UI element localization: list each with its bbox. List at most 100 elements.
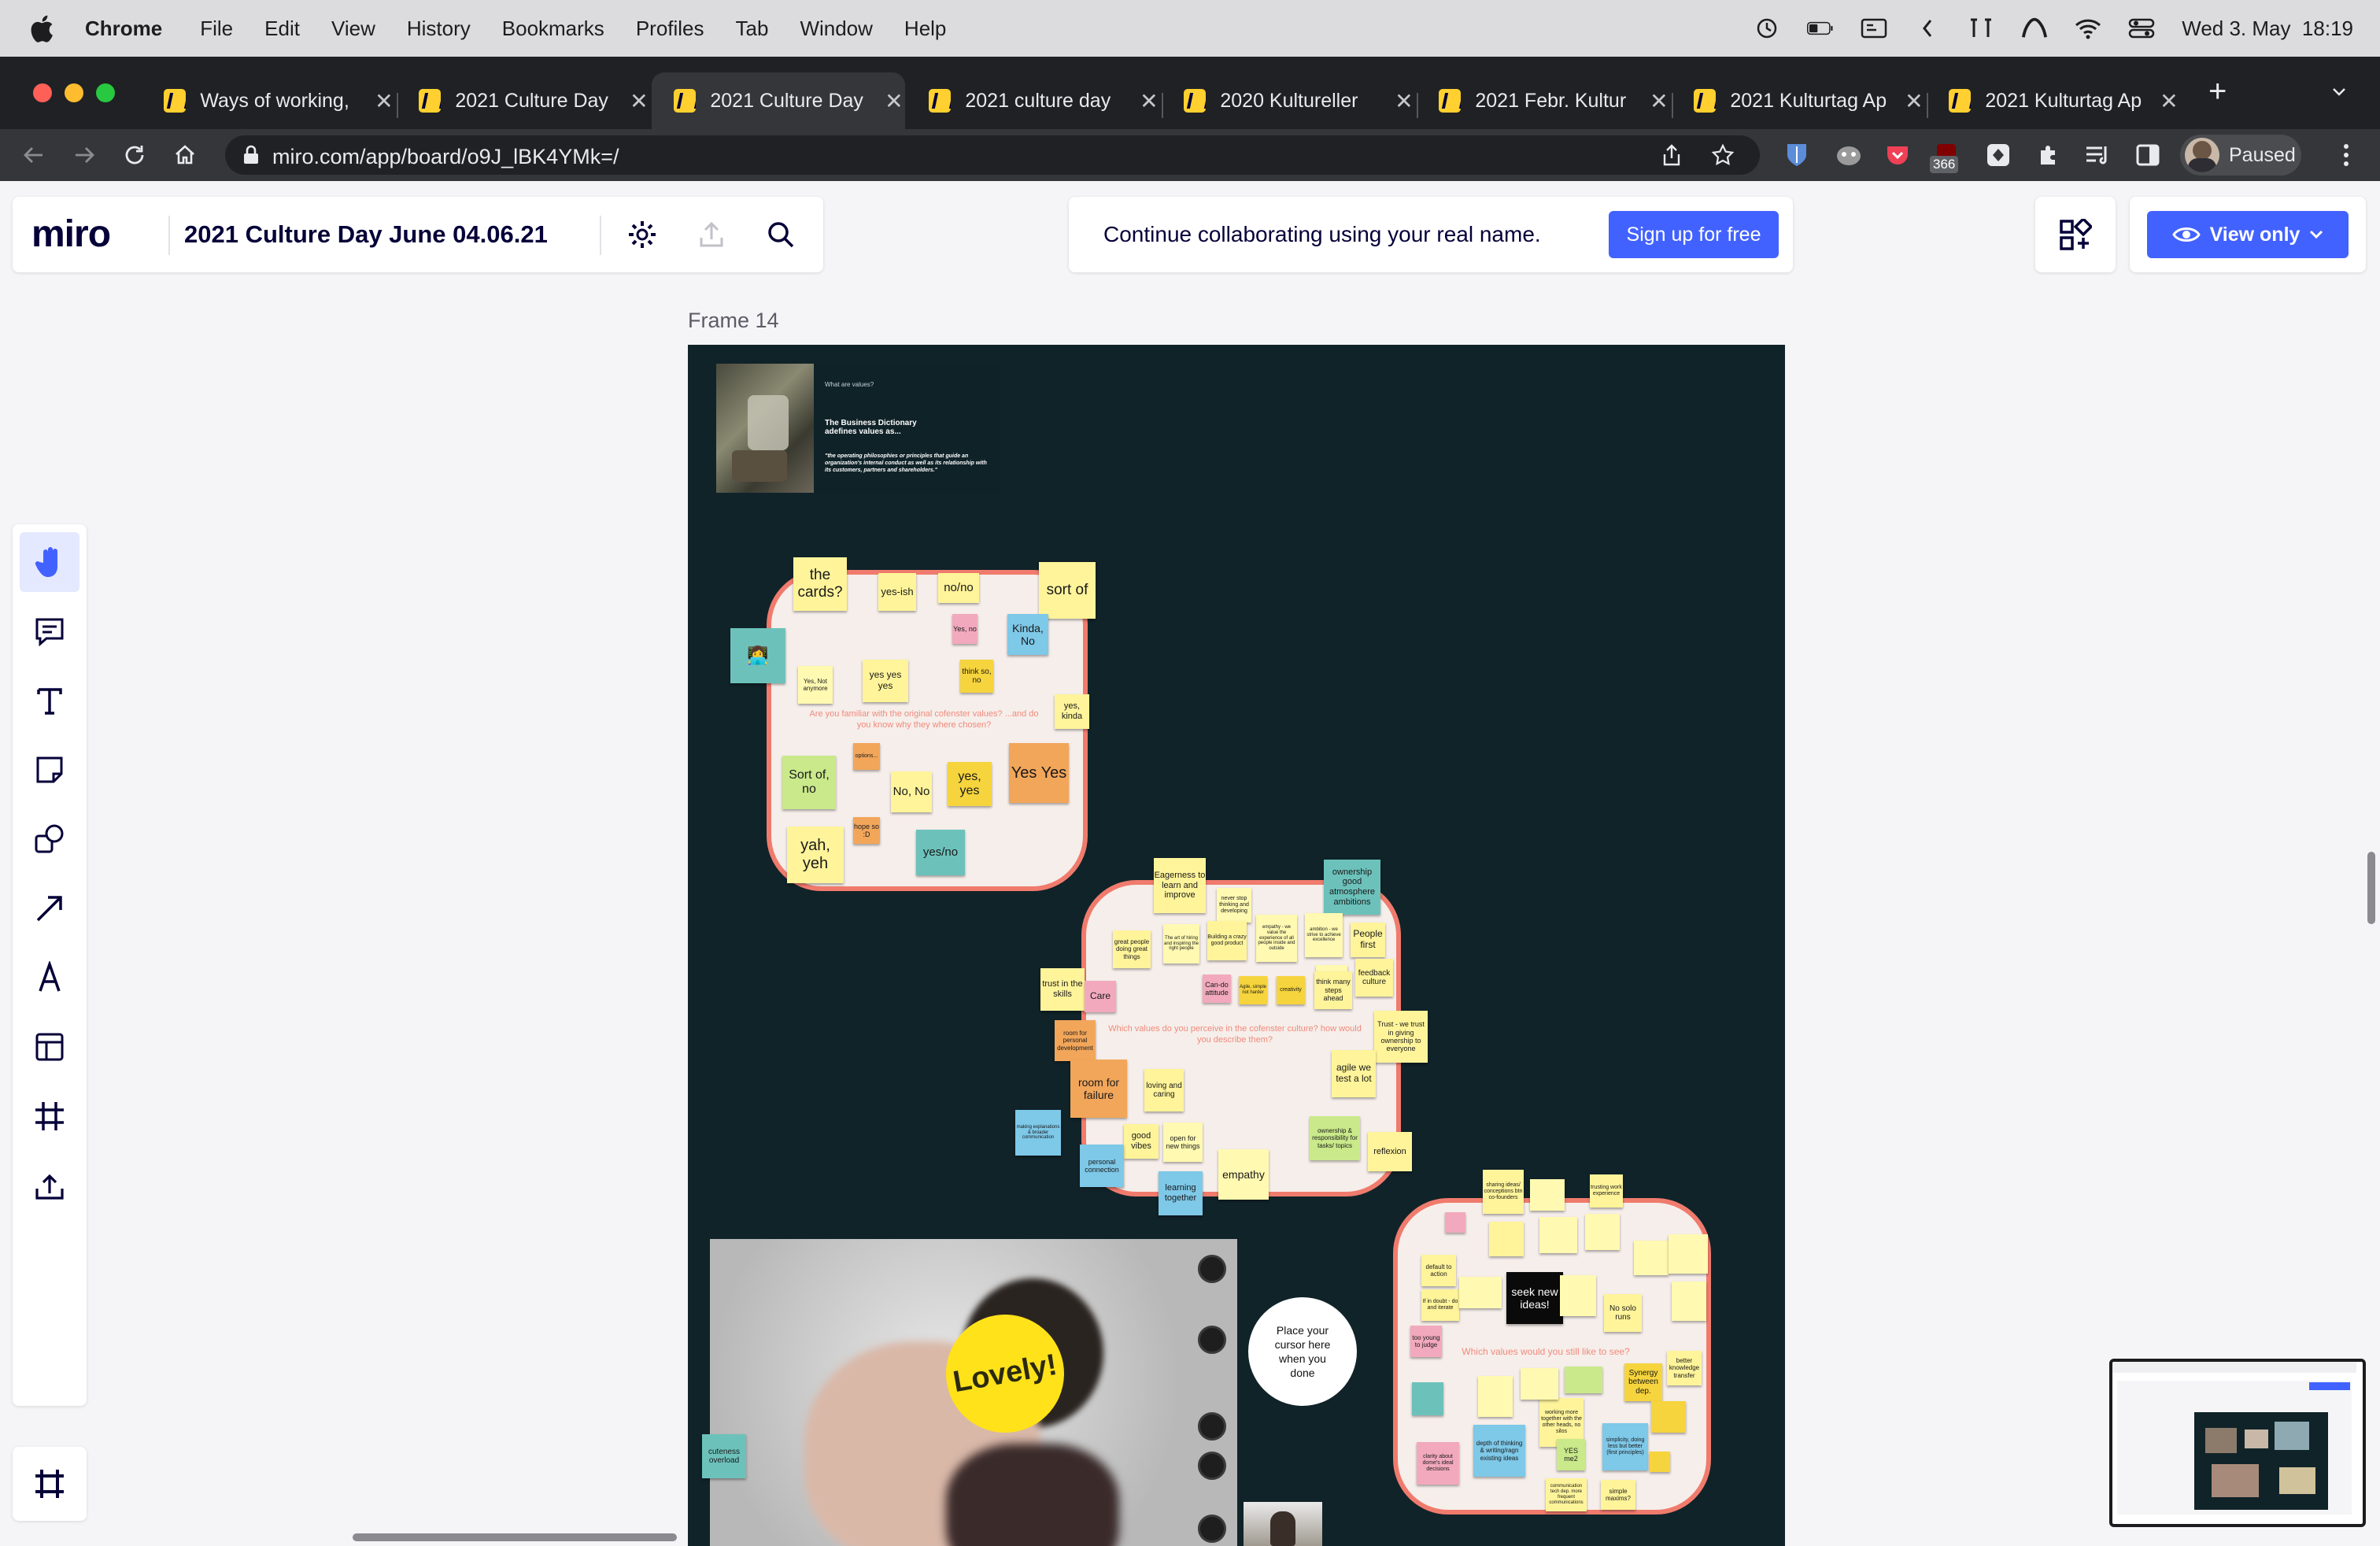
sticky-note[interactable]: ambition - we strive to achieve excellen… [1305, 913, 1343, 957]
reading-list-icon[interactable] [2082, 140, 2112, 170]
window-minimize-button[interactable] [65, 83, 83, 102]
sticky-note[interactable]: learning together [1159, 1171, 1203, 1215]
sticky-note[interactable]: good vibes [1124, 1124, 1159, 1159]
tab-close-icon[interactable]: ✕ [2158, 88, 2180, 114]
sticky-note[interactable]: Agile, simple not harder [1239, 976, 1267, 1004]
sticky-note[interactable]: think so, no [960, 660, 993, 693]
menu-file[interactable]: File [200, 17, 233, 41]
sticky-note[interactable]: Sort of, no [782, 756, 836, 809]
sticky-note[interactable]: If in doubt - do and iterate [1421, 1289, 1459, 1321]
extensions-puzzle-icon[interactable] [2034, 140, 2064, 170]
sticky-note[interactable]: yah, yeh [787, 827, 844, 883]
cursor-target-circle[interactable]: Place your cursor here when you done [1248, 1297, 1357, 1406]
sticky-note[interactable]: Building a crazy good product [1207, 921, 1247, 960]
sticky-note-small[interactable] [1539, 1217, 1577, 1253]
menu-profiles[interactable]: Profiles [636, 17, 704, 41]
export-icon[interactable] [691, 214, 732, 255]
time-machine-icon[interactable] [1754, 15, 1780, 42]
sticky-note-small[interactable] [1459, 1277, 1502, 1308]
sticky-note-small[interactable] [1445, 1212, 1465, 1233]
sticky-note[interactable]: open for new things [1163, 1123, 1203, 1162]
sticky-note[interactable]: options... [853, 743, 880, 770]
sticky-note[interactable]: yes, yes [948, 762, 992, 806]
display-icon[interactable] [1861, 15, 1887, 42]
browser-tab[interactable]: Ways of working, ✕ [142, 72, 395, 129]
sticky-note-small[interactable] [1565, 1367, 1602, 1393]
sticky-note-small[interactable] [1489, 1222, 1524, 1256]
view-only-button[interactable]: View only [2147, 211, 2349, 258]
sticky-note-small[interactable] [1650, 1452, 1670, 1472]
profile-button[interactable]: Paused [2180, 135, 2301, 176]
sticky-note[interactable]: yes, kinda [1055, 694, 1089, 729]
sticky-note[interactable]: room for failure [1070, 1060, 1127, 1118]
apps-button[interactable] [2035, 197, 2116, 272]
browser-tab-active[interactable]: 2021 Culture Day ✕ [652, 72, 905, 129]
sticky-note[interactable]: yes yes yes [863, 660, 908, 702]
frame-title[interactable]: Frame 14 [688, 309, 779, 333]
sticky-note[interactable]: feedback culture [1355, 959, 1393, 997]
sticky-note-small[interactable] [1521, 1368, 1558, 1400]
menubar-datetime[interactable]: Wed 3. May 18:19 [2182, 17, 2353, 41]
menu-view[interactable]: View [331, 17, 375, 41]
browser-tab[interactable]: 2021 Febr. Kultur ✕ [1417, 72, 1670, 129]
sticky-note[interactable]: Care [1085, 981, 1116, 1012]
menu-window[interactable]: Window [800, 17, 872, 41]
menu-history[interactable]: History [407, 17, 471, 41]
sticky-note-tool-icon[interactable] [20, 740, 79, 800]
sticky-note[interactable]: room for personal development [1055, 1020, 1096, 1061]
bookmark-star-icon[interactable] [1711, 143, 1735, 167]
sticky-note[interactable]: cuteness overload [702, 1434, 746, 1478]
sticky-note[interactable]: yes-ish [878, 573, 916, 611]
sticky-note[interactable]: yes/no [916, 830, 965, 875]
browser-tab[interactable]: 2021 culture day ✕ [907, 72, 1160, 129]
menu-tab[interactable]: Tab [736, 17, 769, 41]
horizontal-scrollbar[interactable] [353, 1533, 677, 1541]
shapes-tool-icon[interactable] [20, 809, 79, 869]
text-tool-icon[interactable] [20, 671, 79, 730]
sticky-note[interactable]: People first [1351, 923, 1385, 957]
chevron-left-icon[interactable] [1914, 15, 1941, 42]
arrow-tool-icon[interactable] [20, 878, 79, 938]
home-icon[interactable] [167, 137, 203, 173]
sticky-note[interactable]: the cards? [793, 557, 847, 611]
sticky-note[interactable]: no/no [938, 573, 979, 603]
airpods-icon[interactable] [1968, 15, 1994, 42]
sticky-note[interactable]: communication tech dep. more frequent co… [1546, 1478, 1587, 1511]
sticky-note-small[interactable] [1651, 1401, 1686, 1433]
reload-icon[interactable] [116, 137, 153, 173]
sticky-note[interactable]: No, No [891, 771, 932, 812]
sticky-note[interactable]: Synergy between dep. [1624, 1363, 1662, 1401]
sticky-note-small[interactable] [1530, 1179, 1565, 1211]
board-title[interactable]: 2021 Culture Day June 04.06.21 [184, 220, 548, 249]
video-tile[interactable]: Lovely! [710, 1239, 1237, 1546]
tab-close-icon[interactable]: ✕ [883, 88, 905, 114]
menubar-app-name[interactable]: Chrome [85, 17, 162, 41]
menu-edit[interactable]: Edit [264, 17, 300, 41]
bitwarden-extension-icon[interactable] [1782, 140, 1812, 170]
sticky-note[interactable]: hope so :D [853, 817, 880, 844]
lock-icon[interactable] [242, 145, 260, 165]
tab-close-icon[interactable]: ✕ [373, 88, 395, 114]
sticky-note[interactable]: reflexion [1368, 1132, 1412, 1171]
sticky-note[interactable]: empathy - we value the experience of all… [1256, 915, 1297, 962]
wifi-icon[interactable] [2075, 15, 2101, 42]
sticky-note[interactable]: trusting work experience [1590, 1174, 1623, 1208]
pocket-extension-icon[interactable] [1883, 140, 1913, 170]
tab-close-icon[interactable]: ✕ [1648, 88, 1670, 114]
privacy-badger-extension-icon[interactable] [1834, 140, 1864, 170]
sticky-note[interactable]: depth of thinking & writing/ragn existin… [1473, 1425, 1525, 1477]
sticky-note[interactable]: great people doing great things [1113, 930, 1151, 968]
sticky-note[interactable]: personal connection [1080, 1145, 1124, 1187]
sticky-note[interactable]: Kinda, No [1007, 614, 1048, 655]
frame-14[interactable]: What are values? The Business Dictionary… [688, 345, 1785, 1546]
sticky-note[interactable]: better knowledge transfer [1667, 1351, 1702, 1385]
sticky-note[interactable]: Yes Yes [1009, 743, 1069, 803]
sticky-note[interactable]: ownership & responsibility for tasks/ to… [1310, 1116, 1360, 1160]
sticky-note-small[interactable] [1634, 1241, 1669, 1275]
sticky-note[interactable]: Can-do attitude [1203, 975, 1231, 1003]
sticky-note[interactable]: Yes, Not anymore [798, 666, 833, 704]
sticky-note[interactable]: seek new ideas! [1506, 1272, 1563, 1324]
new-tab-icon[interactable]: + [2208, 74, 2227, 109]
sticky-note[interactable]: Yes, no [952, 614, 978, 644]
menu-help[interactable]: Help [904, 17, 946, 41]
